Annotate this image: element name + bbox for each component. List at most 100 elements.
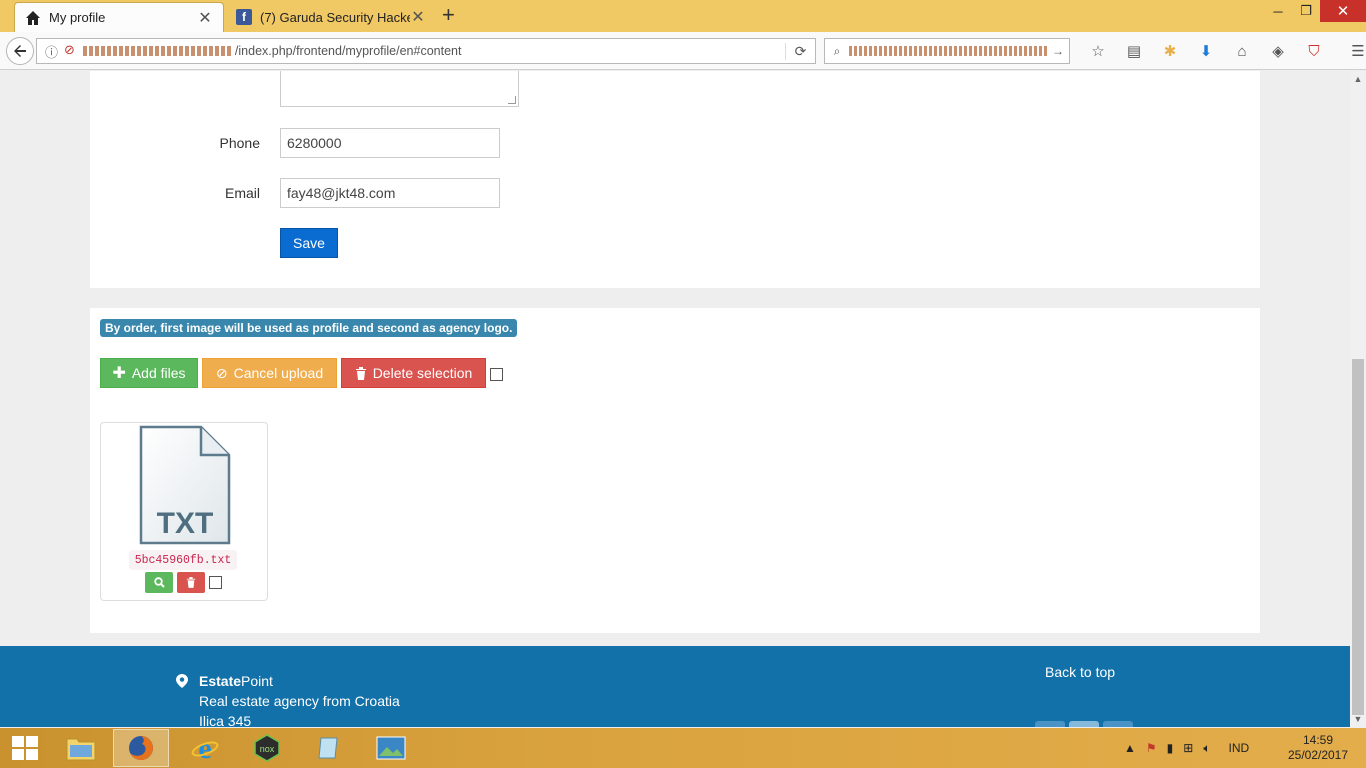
window-controls: ─ ❐ ✕ xyxy=(1264,0,1366,22)
download-icon[interactable]: ⬇ xyxy=(1188,38,1224,64)
close-window-button[interactable]: ✕ xyxy=(1320,0,1366,22)
notes-app[interactable] xyxy=(301,729,357,767)
description-textarea[interactable] xyxy=(280,71,519,107)
system-clock[interactable]: 14:59 25/02/2017 xyxy=(1286,733,1350,763)
notepad-icon xyxy=(318,737,338,759)
start-button[interactable] xyxy=(12,736,38,760)
url-text: /index.php/frontend/myprofile/en#content xyxy=(234,44,462,58)
nox-icon: nox xyxy=(254,734,280,762)
vertical-scrollbar[interactable]: ▲ ▼ xyxy=(1350,71,1366,727)
scrollbar-thumb[interactable] xyxy=(1352,359,1364,715)
brand-rest: Point xyxy=(241,673,273,689)
minimize-button[interactable]: ─ xyxy=(1264,0,1292,22)
action-center-icon[interactable]: ⚑ xyxy=(1146,741,1157,755)
add-files-button[interactable]: ✚ Add files xyxy=(100,358,198,388)
nox-app[interactable]: nox xyxy=(239,729,295,767)
profile-form-panel: Phone Email Save xyxy=(90,71,1260,288)
footer-tagline: Real estate agency from Croatia xyxy=(199,693,400,709)
search-bar[interactable]: ⌕ → xyxy=(824,38,1070,64)
select-all-checkbox[interactable] xyxy=(490,368,503,381)
file-select-checkbox[interactable] xyxy=(209,576,222,589)
footer-address: Ilica 345 xyxy=(199,713,252,727)
arrow-left-icon xyxy=(14,45,26,57)
delete-selection-button[interactable]: Delete selection xyxy=(341,358,486,388)
firefox-app[interactable] xyxy=(113,729,169,767)
phone-label: Phone xyxy=(219,135,260,151)
battery-icon[interactable]: ▮ xyxy=(1167,741,1174,755)
tab-garuda-security[interactable]: f (7) Garuda Security Hacker ✕ xyxy=(226,2,436,32)
cancel-upload-button[interactable]: ⊘ Cancel upload xyxy=(202,358,337,388)
trash-icon xyxy=(186,577,196,588)
tab-title: My profile xyxy=(49,10,106,25)
add-files-label: Add files xyxy=(131,365,186,381)
address-bar[interactable]: ⓘ ⊘ /index.php/frontend/myprofile/en#con… xyxy=(36,38,816,64)
folder-icon xyxy=(66,738,96,761)
magnifier-icon xyxy=(153,577,165,588)
network-icon[interactable]: ⊞ xyxy=(1183,741,1193,755)
file-type-label: TXT xyxy=(157,507,214,540)
show-hidden-icons[interactable]: ▲ xyxy=(1124,741,1136,755)
system-tray: ▲ ⚑ ▮ ⊞ 🔈︎ IND xyxy=(1124,728,1249,768)
tab-title: (7) Garuda Security Hacker xyxy=(260,9,410,25)
file-explorer-app[interactable] xyxy=(53,729,109,767)
ban-icon: ⊘ xyxy=(215,364,228,381)
tab-my-profile[interactable]: My profile ✕ xyxy=(14,2,224,32)
facebook-icon: f xyxy=(236,9,252,25)
clock-time: 14:59 xyxy=(1302,733,1334,747)
image-viewer-icon xyxy=(376,736,406,760)
photos-app[interactable] xyxy=(363,729,419,767)
pocket-icon[interactable]: ◈ xyxy=(1260,38,1296,64)
home-icon xyxy=(25,10,41,26)
home-button-icon[interactable]: ⌂ xyxy=(1224,38,1260,64)
brand-bold: Estate xyxy=(199,673,242,689)
toolbar-icons: ☆ ▤ ✱ ⬇ ⌂ ◈ ⛉ ☰ xyxy=(1080,38,1366,64)
redacted-search-text xyxy=(849,46,1047,56)
email-label: Email xyxy=(224,185,260,201)
phone-row: Phone xyxy=(90,128,1260,158)
scroll-down-icon[interactable]: ▼ xyxy=(1350,711,1366,727)
svg-text:nox: nox xyxy=(260,744,275,754)
phone-input[interactable] xyxy=(280,128,500,158)
internet-explorer-icon: e xyxy=(191,734,219,762)
close-tab-icon[interactable]: ✕ xyxy=(197,8,213,28)
shield-icon[interactable]: ⛉ xyxy=(1296,38,1332,64)
txt-file-icon[interactable]: TXT xyxy=(139,425,231,545)
social-icon[interactable] xyxy=(1069,721,1099,727)
browser-tab-strip: My profile ✕ f (7) Garuda Security Hacke… xyxy=(0,0,1366,32)
bookmark-star-icon[interactable]: ☆ xyxy=(1080,38,1116,64)
scroll-up-icon[interactable]: ▲ xyxy=(1350,71,1366,87)
save-button[interactable]: Save xyxy=(280,228,338,258)
clock-date: 25/02/2017 xyxy=(1287,748,1349,762)
preview-file-button[interactable] xyxy=(145,572,173,593)
maximize-button[interactable]: ❐ xyxy=(1292,0,1320,22)
back-button[interactable] xyxy=(6,37,34,65)
navigation-toolbar: ⓘ ⊘ /index.php/frontend/myprofile/en#con… xyxy=(0,32,1366,70)
windows-taskbar: e nox ▲ ⚑ ▮ ⊞ 🔈︎ IND 14:59 25/02/2017 xyxy=(0,728,1366,768)
language-indicator[interactable]: IND xyxy=(1229,741,1250,755)
email-row: Email xyxy=(90,178,1260,208)
back-to-top-link[interactable]: Back to top xyxy=(1045,664,1115,680)
page-viewport: Phone Email Save By order, first image w… xyxy=(0,71,1350,727)
cancel-upload-label: Cancel upload xyxy=(233,365,324,381)
resize-grip-icon[interactable] xyxy=(508,96,516,104)
reload-icon[interactable]: ⟳ xyxy=(785,42,815,60)
site-footer: EstatePoint Real estate agency from Croa… xyxy=(0,646,1350,727)
internet-explorer-app[interactable]: e xyxy=(177,729,233,767)
delete-selection-label: Delete selection xyxy=(372,365,473,381)
social-icon[interactable] xyxy=(1035,721,1065,727)
email-input[interactable] xyxy=(280,178,500,208)
search-go-icon[interactable]: → xyxy=(1047,44,1069,58)
reading-list-icon[interactable]: ▤ xyxy=(1116,38,1152,64)
file-thumbnail-card: TXT 5bc45960fb.txt xyxy=(100,422,268,601)
volume-icon[interactable]: 🔈︎ xyxy=(1203,741,1210,756)
menu-icon[interactable]: ☰ xyxy=(1340,38,1366,64)
info-icon[interactable]: ⓘ xyxy=(45,42,58,61)
android-icon[interactable]: ✱ xyxy=(1152,38,1188,64)
redacted-domain xyxy=(82,46,233,56)
new-tab-button[interactable]: + xyxy=(442,4,455,26)
delete-file-button[interactable] xyxy=(177,572,205,593)
insecure-lock-icon[interactable]: ⊘ xyxy=(64,42,75,61)
close-tab-icon[interactable]: ✕ xyxy=(410,7,426,27)
social-icon[interactable] xyxy=(1103,721,1133,727)
trash-icon xyxy=(355,366,366,380)
